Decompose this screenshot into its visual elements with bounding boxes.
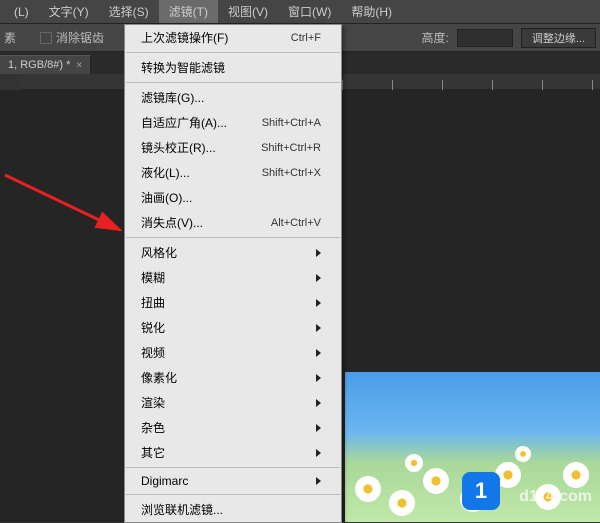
- menu-noise[interactable]: 杂色: [125, 415, 341, 440]
- menu-help[interactable]: 帮助(H): [341, 0, 402, 23]
- menu-separator: [126, 82, 340, 83]
- menu-blur[interactable]: 模糊: [125, 265, 341, 290]
- menu-browse-filters-online[interactable]: 浏览联机滤镜...: [125, 497, 341, 522]
- toolbar-mode-label: 素: [4, 29, 16, 46]
- menu-item-label: 扭曲: [141, 294, 165, 311]
- menu-digimarc[interactable]: Digimarc: [125, 470, 341, 492]
- menu-item-label: 油画(O)...: [141, 189, 192, 206]
- height-label: 高度:: [421, 29, 448, 46]
- menu-item-label: 视频: [141, 344, 165, 361]
- menu-item-label: 浏览联机滤镜...: [141, 501, 223, 518]
- chevron-right-icon: [316, 274, 321, 282]
- menu-item-label: 模糊: [141, 269, 165, 286]
- chevron-right-icon: [316, 349, 321, 357]
- menu-liquify[interactable]: 液化(L)... Shift+Ctrl+X: [125, 160, 341, 185]
- menu-item-label: 镜头校正(R)...: [141, 139, 216, 156]
- menu-item-label: 像素化: [141, 369, 177, 386]
- menu-item-label: 自适应广角(A)...: [141, 114, 227, 131]
- canvas-image: 1 d1z4.com: [345, 372, 600, 522]
- menu-item-label: 杂色: [141, 419, 165, 436]
- menu-item-label: 上次滤镜操作(F): [141, 29, 228, 46]
- document-tab-title: 1, RGB/8#) *: [8, 59, 70, 71]
- menu-convert-smart-filter[interactable]: 转换为智能滤镜: [125, 55, 341, 80]
- chevron-right-icon: [316, 249, 321, 257]
- menu-item-shortcut: Shift+Ctrl+R: [261, 142, 321, 154]
- menu-item-label: 渲染: [141, 394, 165, 411]
- menu-item-label: 风格化: [141, 244, 177, 261]
- menu-separator: [126, 467, 340, 468]
- antialias-checkbox[interactable]: [40, 32, 52, 44]
- menu-item-label: 消失点(V)...: [141, 214, 203, 231]
- menu-adaptive-wide-angle[interactable]: 自适应广角(A)... Shift+Ctrl+A: [125, 110, 341, 135]
- menu-vanishing-point[interactable]: 消失点(V)... Alt+Ctrl+V: [125, 210, 341, 235]
- menu-type[interactable]: 文字(Y): [39, 0, 99, 23]
- menu-video[interactable]: 视频: [125, 340, 341, 365]
- menu-item-label: 液化(L)...: [141, 164, 190, 181]
- menu-view[interactable]: 视图(V): [218, 0, 278, 23]
- menu-separator: [126, 237, 340, 238]
- antialias-label: 消除锯齿: [56, 29, 104, 46]
- document-tab[interactable]: 1, RGB/8#) * ×: [0, 55, 91, 74]
- menu-pixelate[interactable]: 像素化: [125, 365, 341, 390]
- menu-item-shortcut: Alt+Ctrl+V: [271, 217, 321, 229]
- menu-oil-paint[interactable]: 油画(O)...: [125, 185, 341, 210]
- menu-separator: [126, 494, 340, 495]
- chevron-right-icon: [316, 374, 321, 382]
- menu-item-label: 转换为智能滤镜: [141, 59, 225, 76]
- refine-edge-button[interactable]: 调整边缘...: [521, 28, 596, 48]
- menu-distort[interactable]: 扭曲: [125, 290, 341, 315]
- menu-layer[interactable]: (L): [4, 0, 39, 23]
- watermark-text: d1z4.com: [519, 488, 592, 506]
- menu-item-shortcut: Shift+Ctrl+X: [262, 167, 321, 179]
- menu-filter-gallery[interactable]: 滤镜库(G)...: [125, 85, 341, 110]
- menu-item-shortcut: Shift+Ctrl+A: [262, 117, 321, 129]
- chevron-right-icon: [316, 449, 321, 457]
- close-icon[interactable]: ×: [76, 60, 82, 71]
- menu-other[interactable]: 其它: [125, 440, 341, 465]
- menu-lens-correction[interactable]: 镜头校正(R)... Shift+Ctrl+R: [125, 135, 341, 160]
- menu-separator: [126, 52, 340, 53]
- menubar: (L) 文字(Y) 选择(S) 滤镜(T) 视图(V) 窗口(W) 帮助(H): [0, 0, 600, 24]
- height-input[interactable]: [457, 29, 513, 47]
- menu-window[interactable]: 窗口(W): [278, 0, 341, 23]
- menu-item-label: 滤镜库(G)...: [141, 89, 204, 106]
- filter-dropdown: 上次滤镜操作(F) Ctrl+F 转换为智能滤镜 滤镜库(G)... 自适应广角…: [124, 24, 342, 523]
- menu-stylize[interactable]: 风格化: [125, 240, 341, 265]
- chevron-right-icon: [316, 477, 321, 485]
- watermark-logo: 1: [462, 472, 500, 510]
- menu-item-shortcut: Ctrl+F: [291, 32, 321, 44]
- menu-item-label: 锐化: [141, 319, 165, 336]
- chevron-right-icon: [316, 424, 321, 432]
- menu-select[interactable]: 选择(S): [99, 0, 159, 23]
- chevron-right-icon: [316, 399, 321, 407]
- menu-item-label: Digimarc: [141, 474, 188, 488]
- menu-sharpen[interactable]: 锐化: [125, 315, 341, 340]
- chevron-right-icon: [316, 324, 321, 332]
- chevron-right-icon: [316, 299, 321, 307]
- menu-item-label: 其它: [141, 444, 165, 461]
- menu-filter[interactable]: 滤镜(T): [159, 0, 218, 23]
- menu-render[interactable]: 渲染: [125, 390, 341, 415]
- menu-last-filter[interactable]: 上次滤镜操作(F) Ctrl+F: [125, 25, 341, 50]
